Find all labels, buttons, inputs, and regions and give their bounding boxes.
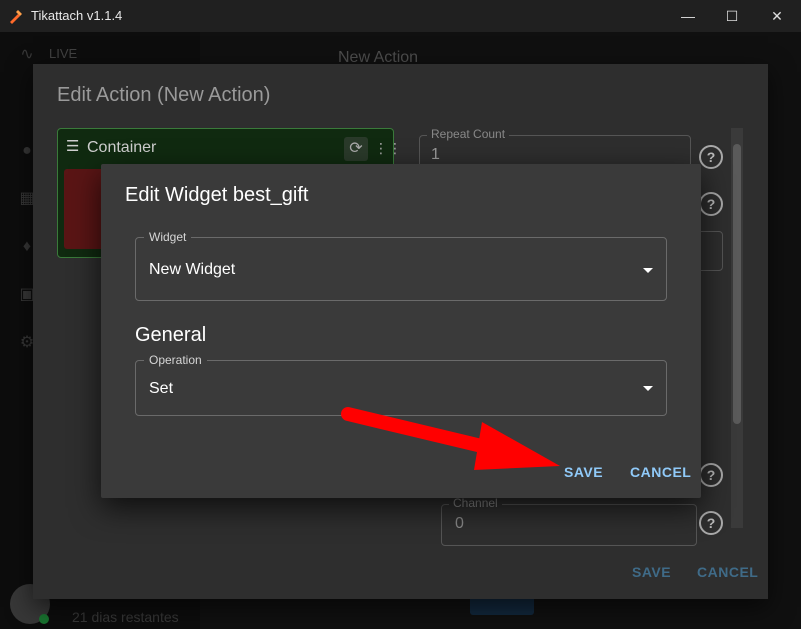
annotation-arrow <box>341 407 560 470</box>
